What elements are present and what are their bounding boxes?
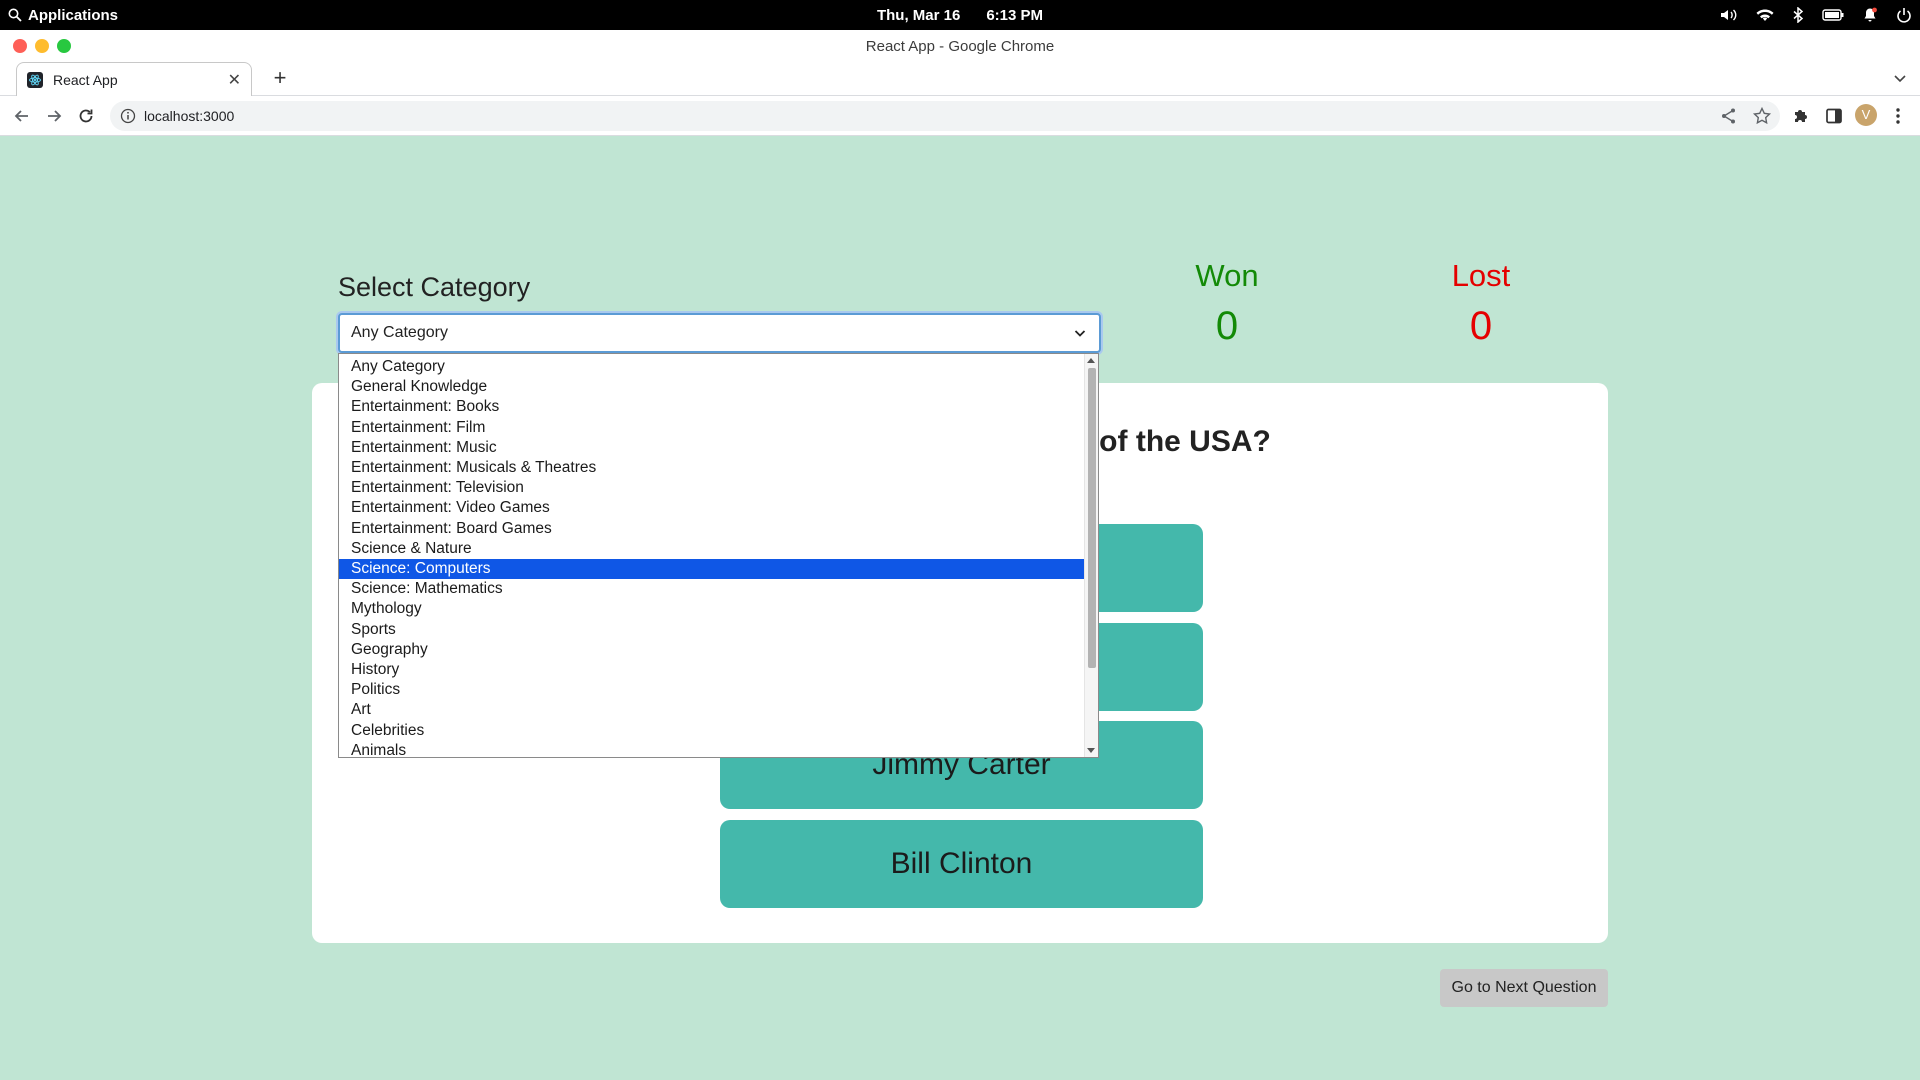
chevron-down-icon [1074, 330, 1086, 337]
battery-icon[interactable] [1822, 9, 1844, 21]
question-visible-text: of the USA? [1099, 425, 1271, 458]
dropdown-option[interactable]: Any Category [339, 357, 1085, 377]
address-bar[interactable]: localhost:3000 [110, 101, 1780, 131]
dropdown-option[interactable]: Entertainment: Books [339, 397, 1085, 417]
lost-label: Lost [1451, 258, 1511, 293]
dropdown-option[interactable]: Sports [339, 620, 1085, 640]
wifi-icon[interactable] [1756, 8, 1774, 22]
dropdown-option[interactable]: Art [339, 700, 1085, 720]
scroll-down-arrow-icon[interactable] [1087, 748, 1095, 753]
reload-icon[interactable] [76, 106, 96, 126]
dropdown-option[interactable]: Celebrities [339, 721, 1085, 741]
profile-avatar[interactable]: V [1855, 104, 1877, 126]
select-category-label: Select Category [338, 272, 531, 302]
category-dropdown-list[interactable]: Any Category General Knowledge Entertainme… [338, 353, 1099, 758]
dropdown-option[interactable]: Science & Nature [339, 539, 1085, 559]
won-count: 0 [1215, 304, 1239, 348]
bluetooth-icon[interactable] [1792, 7, 1804, 23]
system-tray [1720, 0, 1912, 30]
dropdown-option[interactable]: Geography [339, 640, 1085, 660]
share-icon[interactable] [1719, 106, 1739, 126]
dropdown-option[interactable]: Entertainment: Film [339, 418, 1085, 438]
browser-toolbar: localhost:3000 V [0, 96, 1920, 136]
dropdown-scrollbar[interactable] [1084, 354, 1098, 757]
url-text: localhost:3000 [144, 108, 235, 124]
side-panel-icon[interactable] [1824, 106, 1844, 126]
won-label: Won [1195, 258, 1259, 293]
forward-arrow-icon[interactable] [44, 106, 64, 126]
category-select[interactable]: Any Category [338, 313, 1101, 353]
answer-label: Bill Clinton [890, 847, 1033, 880]
power-icon[interactable] [1896, 7, 1912, 23]
os-clock[interactable]: Thu, Mar 16 6:13 PM [0, 0, 1920, 30]
os-date: Thu, Mar 16 [876, 6, 961, 24]
dropdown-option[interactable]: Entertainment: Board Games [339, 519, 1085, 539]
os-menu-bar: Applications Thu, Mar 16 6:13 PM [0, 0, 1920, 30]
new-tab-button[interactable]: + [268, 66, 292, 90]
dropdown-option[interactable]: Politics [339, 680, 1085, 700]
dropdown-option[interactable]: Science: Computers [339, 559, 1085, 579]
back-arrow-icon[interactable] [12, 106, 32, 126]
extensions-puzzle-icon[interactable] [1791, 106, 1811, 126]
chrome-menu-kebab-icon[interactable] [1888, 106, 1908, 126]
volume-icon[interactable] [1720, 8, 1738, 22]
bookmark-star-icon[interactable] [1752, 106, 1772, 126]
dropdown-option[interactable]: History [339, 660, 1085, 680]
tab-close-icon[interactable]: ✕ [228, 70, 241, 90]
category-select-value: Any Category [351, 324, 448, 341]
site-info-icon[interactable] [120, 108, 136, 124]
lost-count: 0 [1469, 304, 1493, 348]
answer-button-4[interactable]: Bill Clinton [720, 820, 1203, 908]
dropdown-option[interactable]: Mythology [339, 599, 1085, 619]
lost-score: Lost 0 [1381, 258, 1581, 349]
notification-bell-icon[interactable] [1862, 7, 1878, 23]
dropdown-option[interactable]: Entertainment: Video Games [339, 498, 1085, 518]
dropdown-option[interactable]: General Knowledge [339, 377, 1085, 397]
tab-search-chevron-icon[interactable] [1892, 70, 1908, 86]
dropdown-option[interactable]: Science: Mathematics [339, 579, 1085, 599]
scroll-up-arrow-icon[interactable] [1087, 358, 1095, 363]
dropdown-option[interactable]: Animals [339, 741, 1085, 757]
tab-strip: React App ✕ + [0, 62, 1920, 96]
os-time: 6:13 PM [986, 6, 1044, 24]
window-title: React App - Google Chrome [865, 38, 1055, 55]
won-score: Won 0 [1127, 258, 1327, 349]
tab-title: React App [53, 71, 118, 88]
dropdown-option[interactable]: Entertainment: Music [339, 438, 1085, 458]
react-favicon-icon [27, 71, 43, 88]
scrollbar-thumb[interactable] [1088, 368, 1096, 668]
dropdown-option[interactable]: Entertainment: Musicals & Theatres [339, 458, 1085, 478]
next-question-button[interactable]: Go to Next Question [1440, 969, 1608, 1007]
dropdown-option[interactable]: Entertainment: Television [339, 478, 1085, 498]
window-titlebar: React App - Google Chrome [0, 30, 1920, 62]
browser-tab-react-app[interactable]: React App ✕ [16, 62, 252, 96]
